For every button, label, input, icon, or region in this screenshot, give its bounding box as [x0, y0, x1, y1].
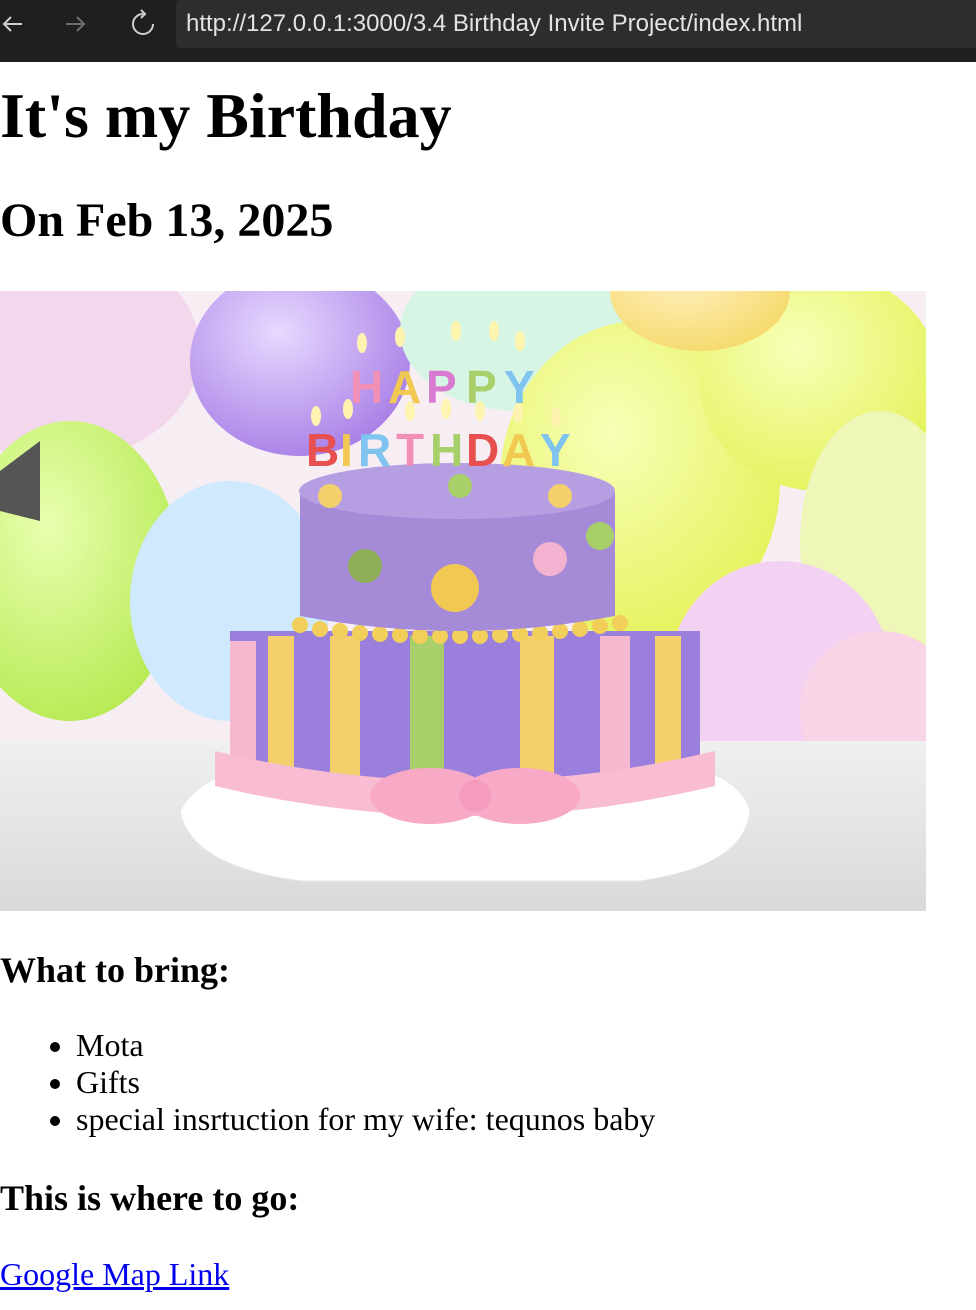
svg-text:A: A [388, 361, 421, 413]
svg-text:D: D [466, 424, 499, 476]
svg-text:H: H [430, 424, 463, 476]
svg-text:B: B [306, 424, 339, 476]
url-text: http://127.0.0.1:3000/3.4 Birthday Invit… [186, 10, 803, 37]
svg-text:I: I [340, 424, 353, 476]
svg-text:A: A [502, 424, 535, 476]
list-item: Gifts [76, 1064, 655, 1101]
svg-text:R: R [358, 424, 391, 476]
google-map-link[interactable]: Google Map Link [0, 1254, 229, 1294]
svg-text:P: P [426, 361, 457, 413]
bring-list: Mota Gifts special insrtuction for my wi… [0, 1027, 655, 1138]
reload-icon[interactable] [125, 6, 161, 42]
svg-text:T: T [396, 424, 424, 476]
birthday-cake-image: H A P P Y B I R T H D A Y [0, 291, 926, 911]
bring-heading: What to bring: [0, 950, 231, 990]
address-bar[interactable]: http://127.0.0.1:3000/3.4 Birthday Invit… [176, 0, 976, 48]
browser-toolbar: http://127.0.0.1:3000/3.4 Birthday Invit… [0, 0, 976, 62]
svg-text:Y: Y [540, 424, 571, 476]
list-item: special insrtuction for my wife: tequnos… [76, 1101, 655, 1138]
event-date: On Feb 13, 2025 [0, 194, 334, 247]
page-title: It's my Birthday [0, 80, 452, 151]
arrow-right-icon[interactable] [58, 6, 94, 42]
arrow-left-icon[interactable] [0, 6, 30, 42]
list-item: Mota [76, 1027, 655, 1064]
where-heading: This is where to go: [0, 1178, 300, 1218]
svg-text:H: H [350, 361, 383, 413]
